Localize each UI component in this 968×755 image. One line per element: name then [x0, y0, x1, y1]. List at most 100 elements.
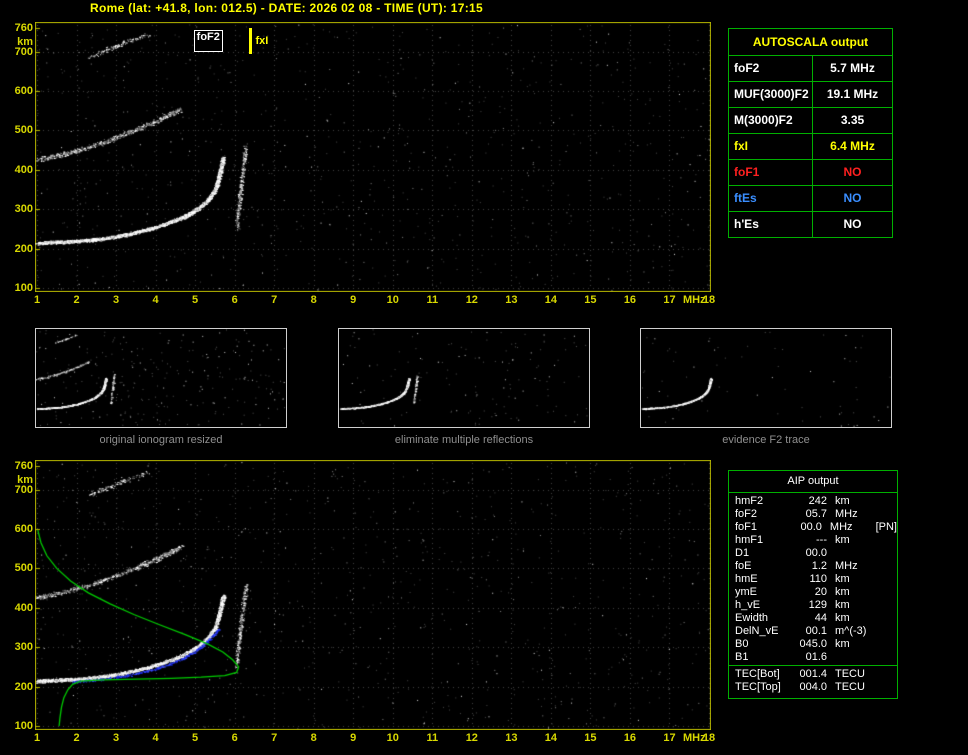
aip-row: hmE 110 km: [729, 573, 897, 586]
aip-unit: km: [835, 573, 850, 585]
aip-row: B0 045.0 km: [729, 638, 897, 651]
x-tick-label: 13: [505, 294, 518, 306]
aip-extra: [877, 534, 897, 547]
aip-unit: km: [835, 534, 850, 546]
aip-row: hmF1 --- km: [729, 534, 897, 547]
x-axis-unit-label: MHz: [683, 732, 706, 744]
aip-extra: [877, 586, 897, 599]
aip-unit: [827, 547, 877, 560]
aip-extra: [877, 638, 897, 651]
x-tick-label: 5: [192, 732, 199, 744]
aip-row: Ewidth 44 km: [729, 612, 897, 625]
y-tick-label: 760: [14, 21, 33, 34]
aip-extra: [877, 573, 897, 586]
aip-output-panel: AIP output hmF2 242 km foF2 05.7 MHz foF1 00.0 M…: [728, 470, 898, 699]
x-tick-label: 10: [386, 294, 399, 306]
autoscala-row-value: 19.1 MHz: [826, 87, 879, 101]
thumbnail-original-ionogram: [35, 328, 287, 428]
aip-extra: [877, 612, 897, 625]
y-tick-label: 200: [14, 680, 33, 693]
x-tick-label: 15: [584, 732, 597, 744]
autoscala-row-label: MUF(3000)F2: [729, 82, 813, 107]
aip-unit: TECU: [835, 668, 865, 680]
autoscala-row-label: M(3000)F2: [729, 108, 813, 133]
aip-unit: MHz: [829, 521, 853, 533]
aip-label: foF2: [735, 508, 758, 520]
aip-unit: km: [835, 599, 850, 611]
aip-value: 004.0: [799, 681, 827, 693]
aip-extra: [877, 547, 897, 560]
aip-label: hmF2: [735, 495, 764, 507]
autoscala-row-value: 5.7 MHz: [830, 61, 875, 75]
aip-extra: [PN]: [875, 521, 897, 533]
autoscala-row: h'Es NO: [729, 212, 892, 237]
ionogram-plot-canvas: [35, 22, 711, 292]
aip-row: TEC[Top] 004.0 TECU: [729, 681, 897, 694]
y-tick-label: 700: [14, 483, 33, 496]
aip-label: DelN_vE: [735, 625, 779, 637]
x-tick-label: 10: [386, 732, 399, 744]
y-axis-unit-label: km: [17, 474, 33, 486]
aip-label: B0: [735, 638, 749, 650]
x-tick-label: 17: [663, 294, 676, 306]
aip-extra: [877, 599, 897, 612]
y-tick-label: 500: [14, 124, 33, 137]
aip-extra: [877, 668, 897, 681]
thumbnail-caption: evidence F2 trace: [722, 434, 810, 446]
aip-value: 01.6: [805, 651, 827, 663]
station-date-time-title: Rome (lat: +41.8, lon: 012.5) - DATE: 20…: [90, 1, 483, 15]
aip-value: 001.4: [799, 668, 827, 680]
aip-row: h_vE 129 km: [729, 599, 897, 612]
y-tick-label: 100: [14, 282, 33, 295]
autoscala-row: M(3000)F2 3.35: [729, 108, 892, 134]
aip-row: foF1 00.0 MHz [PN]: [729, 521, 897, 534]
aip-unit: MHz: [835, 508, 858, 520]
aip-rows-container: hmF2 242 km foF2 05.7 MHz foF1 00.0 MHz [PN] hmF1-…: [729, 495, 897, 664]
aip-value: 00.0: [800, 521, 822, 533]
autoscala-row-label: foF2: [729, 56, 813, 81]
aip-label: TEC[Bot]: [735, 668, 780, 680]
aip-extra: [877, 681, 897, 694]
x-tick-label: 16: [623, 294, 637, 306]
x-tick-label: 8: [310, 294, 317, 306]
aip-unit: km: [835, 495, 850, 507]
aip-label: TEC[Top]: [735, 681, 781, 693]
autoscala-row-label: foF1: [729, 160, 813, 185]
x-tick-label: 17: [663, 732, 676, 744]
y-tick-label: 400: [14, 601, 33, 614]
divider: [729, 665, 897, 666]
y-axis-unit-label: km: [17, 36, 33, 48]
x-tick-label: 7: [271, 294, 278, 306]
aip-row: ymE 20 km: [729, 586, 897, 599]
aip-value: 20: [814, 586, 827, 598]
aip-value: 00.0: [805, 547, 827, 559]
autoscala-row-label: ftEs: [729, 186, 813, 211]
fof2-marker-label: foF2: [193, 30, 223, 52]
x-tick-label: 9: [350, 294, 357, 306]
aip-row: foF2 05.7 MHz: [729, 508, 897, 521]
y-tick-label: 760: [14, 459, 33, 472]
x-tick-label: 6: [231, 294, 238, 306]
x-axis-unit-label: MHz: [683, 294, 706, 306]
x-tick-label: 4: [152, 732, 159, 744]
autoscala-row-value: NO: [843, 191, 862, 205]
aip-extra: [877, 625, 897, 638]
autoscala-row: foF2 5.7 MHz: [729, 56, 892, 82]
thumbnail-f2-trace-evidence: [640, 328, 892, 428]
x-tick-label: 7: [271, 732, 278, 744]
autoscala-row-value: 6.4 MHz: [830, 139, 875, 153]
aip-row: foE 1.2 MHz: [729, 560, 897, 573]
x-tick-label: 12: [465, 294, 478, 306]
autoscala-output-panel: AUTOSCALA output foF2 5.7 MHz MUF(3000)F2 1…: [728, 28, 893, 238]
y-tick-label: 200: [14, 242, 33, 255]
y-tick-label: 300: [14, 203, 33, 216]
autoscala-application-window: Rome (lat: +41.8, lon: 012.5) - DATE: 20…: [0, 0, 968, 755]
aip-label: ymE: [735, 586, 757, 598]
aip-row: B1 01.6: [729, 651, 897, 664]
aip-value: 05.7: [805, 508, 827, 520]
aip-value: 110: [809, 573, 827, 585]
aip-unit: km: [835, 612, 850, 624]
x-tick-label: 1: [33, 294, 41, 306]
aip-label: D1: [735, 547, 750, 559]
x-tick-label: 5: [192, 294, 199, 306]
